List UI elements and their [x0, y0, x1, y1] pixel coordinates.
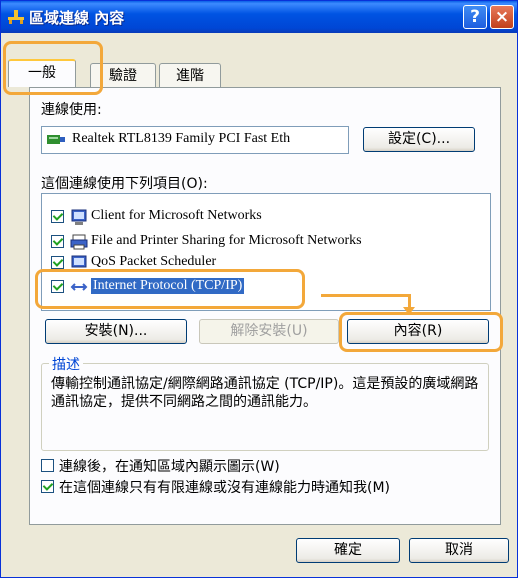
notify-limited-checkbox[interactable] — [41, 480, 54, 493]
scheduler-icon — [71, 255, 87, 268]
item-checkbox[interactable] — [51, 256, 64, 269]
item-checkbox[interactable] — [51, 235, 64, 248]
adapter-field: Realtek RTL8139 Family PCI Fast Eth — [41, 126, 349, 154]
description-title: 描述 — [49, 354, 83, 374]
ok-button[interactable]: 確定 — [296, 538, 400, 563]
tcpip-item-highlight — [35, 269, 305, 309]
annotation-arrow-head-icon — [403, 307, 415, 315]
list-item[interactable]: Client for Microsoft Networks — [42, 207, 482, 227]
network-adapter-icon — [47, 135, 65, 144]
network-client-icon — [71, 209, 87, 225]
item-label: Client for Microsoft Networks — [91, 208, 262, 223]
uninstall-button[interactable]: 解除安裝(U) — [199, 319, 339, 344]
item-label: QoS Packet Scheduler — [91, 254, 217, 269]
annotation-arrow-line — [321, 294, 411, 297]
cancel-button[interactable]: 取消 — [409, 538, 509, 563]
install-button[interactable]: 安裝(N)... — [45, 319, 187, 344]
properties-button-highlight — [339, 312, 503, 352]
list-item[interactable]: File and Printer Sharing for Microsoft N… — [42, 232, 482, 252]
show-icon-checkbox[interactable] — [41, 459, 54, 472]
list-item[interactable]: QoS Packet Scheduler — [42, 253, 482, 270]
connect-using-label: 連線使用: — [41, 102, 102, 118]
item-checkbox[interactable] — [51, 210, 64, 223]
printer-sharing-icon — [70, 234, 88, 250]
notify-limited-label[interactable]: 在這個連線只有有限連線或沒有連線能力時通知我(M) — [59, 477, 390, 497]
general-tab-highlight — [3, 41, 103, 95]
configure-button[interactable]: 設定(C)... — [363, 127, 475, 152]
properties-dialog: 區域連線 內容 ? × 一般 驗證 進階 連線使用: Realtek RTL81… — [0, 0, 518, 578]
items-label: 這個連線使用下列項目(O): — [41, 176, 208, 192]
description-text: 傳輸控制通訊協定/網際網路通訊協定 (TCP/IP)。這是預設的廣域網路通訊協定… — [51, 376, 479, 410]
show-icon-label[interactable]: 連線後，在通知區域內顯示圖示(W) — [59, 456, 280, 476]
item-label: File and Printer Sharing for Microsoft N… — [91, 233, 362, 248]
adapter-name: Realtek RTL8139 Family PCI Fast Eth — [72, 131, 291, 146]
